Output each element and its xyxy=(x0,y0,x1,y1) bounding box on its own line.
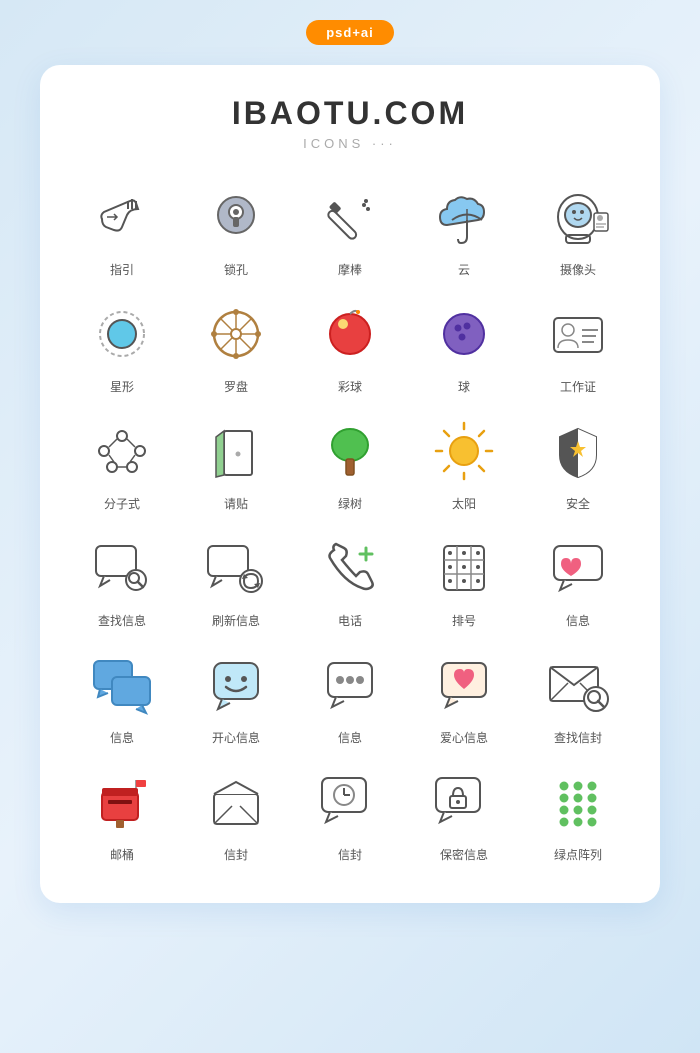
icon-xinxi2: 信息 xyxy=(70,649,174,746)
icon-qiu: 球 xyxy=(412,298,516,395)
icon-xinfeng2: 信封 xyxy=(298,766,402,863)
icon-gongzuozheng: 工作证 xyxy=(526,298,630,395)
icon-zhiyin: 指引 xyxy=(70,181,174,278)
icon-ludian: 绿点阵列 xyxy=(526,766,630,863)
card: IBAOTU.COM ICONS ··· 指引 xyxy=(40,65,660,903)
icon-taiyang: 太阳 xyxy=(412,415,516,512)
icons-grid: 指引 锁孔 xyxy=(70,181,630,863)
icon-luopan: 罗盘 xyxy=(184,298,288,395)
icon-xinxing: 星形 xyxy=(70,298,174,395)
icon-xinxi3: 信息 xyxy=(298,649,402,746)
badge: psd+ai xyxy=(306,20,394,45)
icon-caiqiu: 彩球 xyxy=(298,298,402,395)
icon-yun: 云 xyxy=(412,181,516,278)
icon-shuaxin: 刷新信息 xyxy=(184,532,288,629)
icon-anquan: 安全 xyxy=(526,415,630,512)
icon-fenzishi: 分子式 xyxy=(70,415,174,512)
card-title: IBAOTU.COM xyxy=(70,95,630,132)
icon-paihao: 排号 xyxy=(412,532,516,629)
icon-baomi: 保密信息 xyxy=(412,766,516,863)
icon-qingtie: 请贴 xyxy=(184,415,288,512)
icon-kaixin: 开心信息 xyxy=(184,649,288,746)
icon-chazhao: 查找信息 xyxy=(70,532,174,629)
card-header: IBAOTU.COM ICONS ··· xyxy=(70,95,630,151)
icon-lyshu: 绿树 xyxy=(298,415,402,512)
icon-mochai: 摩棒 xyxy=(298,181,402,278)
icon-youtong: 邮桶 xyxy=(70,766,174,863)
card-subtitle: ICONS ··· xyxy=(70,136,630,151)
icon-aixin: 爱心信息 xyxy=(412,649,516,746)
icon-suokong: 锁孔 xyxy=(184,181,288,278)
icon-xinfeng: 信封 xyxy=(184,766,288,863)
icon-dianhua: 电话 xyxy=(298,532,402,629)
icon-xinxi: 信息 xyxy=(526,532,630,629)
icon-shexiangtou: 摄像头 xyxy=(526,181,630,278)
icon-chafengeng: 查找信封 xyxy=(526,649,630,746)
